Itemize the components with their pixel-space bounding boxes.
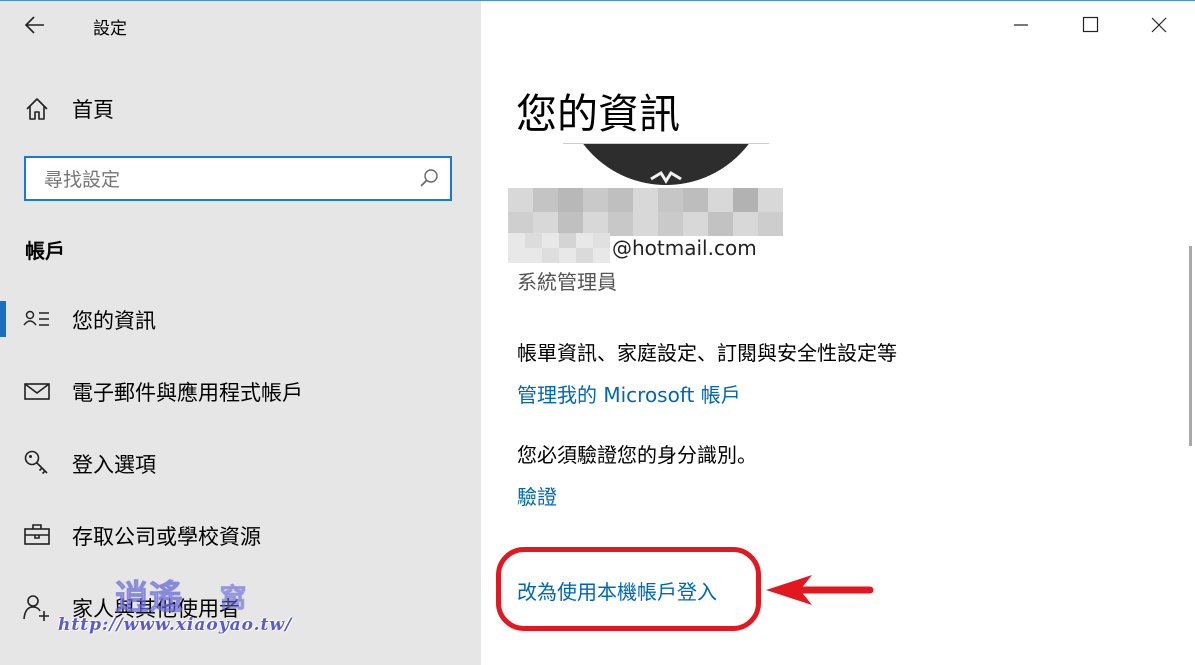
sidebar-item-label: 電子郵件與應用程式帳戶: [72, 381, 303, 405]
svg-text:窩: 窩: [220, 583, 246, 614]
page-title: 您的資訊: [516, 90, 680, 138]
sidebar-item-work-school[interactable]: 存取公司或學校資源: [0, 507, 481, 563]
sidebar-item-label: 您的資訊: [72, 309, 156, 333]
sidebar-item-label: 登入選項: [72, 453, 156, 477]
annotation-arrow-icon: [766, 575, 874, 605]
sidebar-item-email-accounts[interactable]: 電子郵件與應用程式帳戶: [0, 363, 481, 419]
section-title: 帳戶: [25, 239, 65, 263]
close-icon: [1151, 17, 1167, 33]
key-icon: [24, 450, 48, 475]
home-icon: [26, 98, 48, 120]
watermark-logo: 逍遙 窩: [115, 578, 247, 619]
account-info-text: 帳單資訊、家庭設定、訂閱與安全性設定等: [517, 341, 897, 365]
back-button[interactable]: [22, 13, 52, 39]
manage-microsoft-account-link[interactable]: 管理我的 Microsoft 帳戶: [517, 379, 741, 408]
maximize-button[interactable]: [1067, 8, 1113, 42]
person-add-icon: [23, 595, 49, 621]
minimize-button[interactable]: [998, 8, 1044, 42]
sidebar-item-your-info[interactable]: 您的資訊: [0, 291, 481, 347]
home-label: 首頁: [72, 98, 114, 122]
close-button[interactable]: [1136, 8, 1182, 42]
avatar-image: [563, 143, 769, 185]
minimize-icon: [1014, 24, 1028, 26]
sidebar: 設定 首頁 帳戶 您的資訊 電子郵件與應用程式帳戶: [0, 1, 481, 665]
verify-link[interactable]: 驗證: [517, 481, 557, 510]
account-role: 系統管理員: [517, 270, 617, 294]
sidebar-item-label: 存取公司或學校資源: [72, 525, 261, 549]
verify-identity-text: 您必須驗證您的身分識別。: [517, 443, 757, 467]
search-input[interactable]: [42, 166, 406, 194]
maximize-icon: [1082, 16, 1099, 33]
account-email: @hotmail.com: [612, 236, 757, 260]
briefcase-icon: [24, 524, 50, 545]
watermark-url: http://www.xiaoyao.tw/: [58, 615, 293, 635]
mail-icon: [24, 383, 50, 400]
sign-in-with-local-account-link[interactable]: 改為使用本機帳戶登入: [517, 576, 717, 605]
scrollbar[interactable]: [1189, 246, 1192, 446]
pixelated-username: [508, 188, 783, 236]
search-icon[interactable]: [418, 168, 440, 190]
avatar: [563, 143, 769, 185]
watermark: 逍遙 窩 http://www.xiaoyao.tw/: [55, 571, 325, 641]
search-box[interactable]: [24, 156, 452, 201]
svg-text:逍遙: 逍遙: [115, 578, 183, 618]
pixelated-email-prefix: [508, 233, 610, 263]
window-title: 設定: [93, 19, 127, 39]
sidebar-item-sign-in-options[interactable]: 登入選項: [0, 435, 481, 491]
back-arrow-icon: [24, 16, 44, 34]
person-list-icon: [23, 310, 49, 326]
home-nav-item[interactable]: 首頁: [24, 94, 114, 124]
